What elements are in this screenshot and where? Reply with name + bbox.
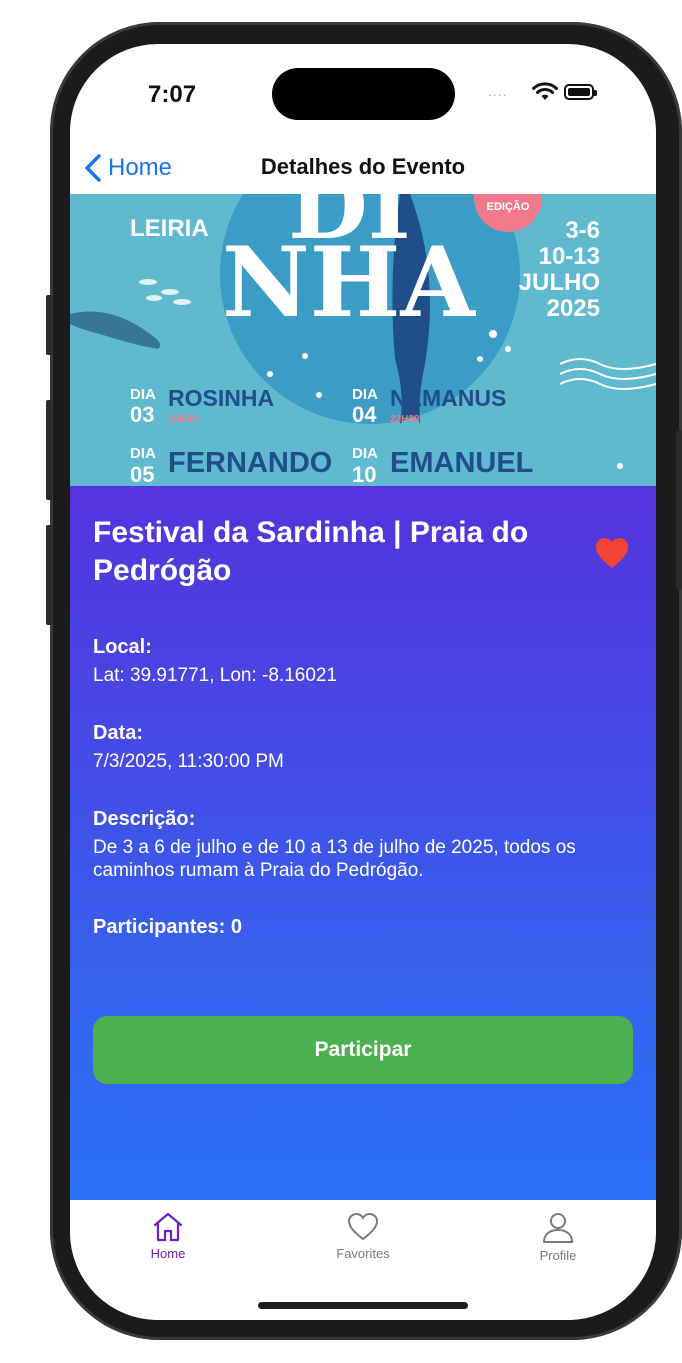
status-time: 7:07 — [148, 81, 197, 108]
poster-lineup-day-1: 03 — [130, 402, 154, 427]
poster-lineup-day-word-1: DIA — [130, 386, 156, 403]
poster-lineup-time-1: 22H30 — [168, 414, 198, 425]
poster-place: LEIRIA — [130, 215, 209, 242]
date-value: 7/3/2025, 11:30:00 PM — [93, 751, 284, 772]
event-details-panel: Festival da Sardinha | Praia do Pedrógão… — [70, 486, 656, 1200]
participants-count: Participantes: 0 — [93, 916, 242, 938]
tab-favorites[interactable]: Favorites — [303, 1212, 423, 1261]
poster-lineup-day-word-3: DIA — [130, 445, 156, 462]
poster-date-2: 10-13 — [539, 243, 600, 270]
volume-up-button — [46, 400, 52, 500]
poster-edition: EDIÇÃO — [487, 200, 530, 213]
poster-lineup-time-2: 22H30 — [390, 414, 420, 425]
event-poster-image: EDIÇÃO LEIRIA DI NHA 3-6 10-13 JULHO 202… — [70, 194, 656, 486]
poster-date-1: 3-6 — [565, 217, 600, 244]
home-indicator[interactable] — [258, 1302, 468, 1309]
home-icon — [153, 1212, 183, 1242]
page-title: Detalhes do Evento — [260, 154, 466, 179]
navigation-bar: Home Detalhes do Evento — [70, 144, 656, 194]
location-value: Lat: 39.91771, Lon: -8.16021 — [93, 665, 338, 686]
poster-lineup-day-3: 05 — [130, 462, 154, 486]
battery-icon — [564, 84, 597, 100]
poster-date-3: JULHO — [519, 269, 600, 296]
signal-dots: .... — [488, 83, 508, 99]
tab-bar: Home Favorites Profile — [70, 1200, 656, 1320]
status-bar: 7:07 .... — [70, 44, 656, 144]
mute-switch — [46, 295, 52, 355]
poster-lineup-artist-1: ROSINHA — [168, 385, 274, 411]
poster-artwork: EDIÇÃO LEIRIA DI NHA 3-6 10-13 JULHO 202… — [70, 194, 656, 486]
phone-screen: 7:07 .... Home Detalhes do Evento EDIÇÃO… — [70, 44, 656, 1320]
location-label: Local: — [93, 636, 152, 658]
poster-date-4: 2025 — [547, 295, 600, 322]
tab-home[interactable]: Home — [108, 1212, 228, 1261]
poster-lineup-day-4: 10 — [352, 462, 376, 486]
event-title: Festival da Sardinha | Praia do Pedrógão — [93, 516, 529, 587]
poster-lineup-artist-2: NEMANUS — [390, 385, 506, 411]
favorite-heart-icon[interactable] — [594, 536, 630, 570]
volume-down-button — [46, 525, 52, 625]
description-label: Descrição: — [93, 808, 196, 830]
poster-lineup-day-2: 04 — [352, 402, 377, 427]
participate-button[interactable]: Participar — [93, 1016, 633, 1084]
person-icon — [543, 1213, 573, 1243]
power-button — [676, 430, 682, 590]
tab-profile[interactable]: Profile — [498, 1212, 618, 1263]
tab-profile-label: Profile — [539, 1248, 577, 1263]
wifi-icon — [532, 82, 558, 100]
poster-lineup-artist-3: FERNANDO — [168, 447, 332, 479]
heart-icon — [347, 1212, 379, 1241]
poster-headline-bottom: NHA — [222, 226, 476, 339]
poster-lineup-day-word-2: DIA — [352, 386, 378, 403]
date-label: Data: — [93, 722, 144, 744]
tab-home-label: Home — [150, 1246, 186, 1261]
tab-favorites-label: Favorites — [336, 1246, 390, 1261]
description-value: De 3 a 6 de julho e de 10 a 13 de julho … — [93, 837, 576, 881]
dynamic-island — [272, 68, 455, 120]
poster-lineup-day-word-4: DIA — [352, 445, 378, 462]
poster-lineup-artist-4: EMANUEL — [390, 447, 533, 479]
